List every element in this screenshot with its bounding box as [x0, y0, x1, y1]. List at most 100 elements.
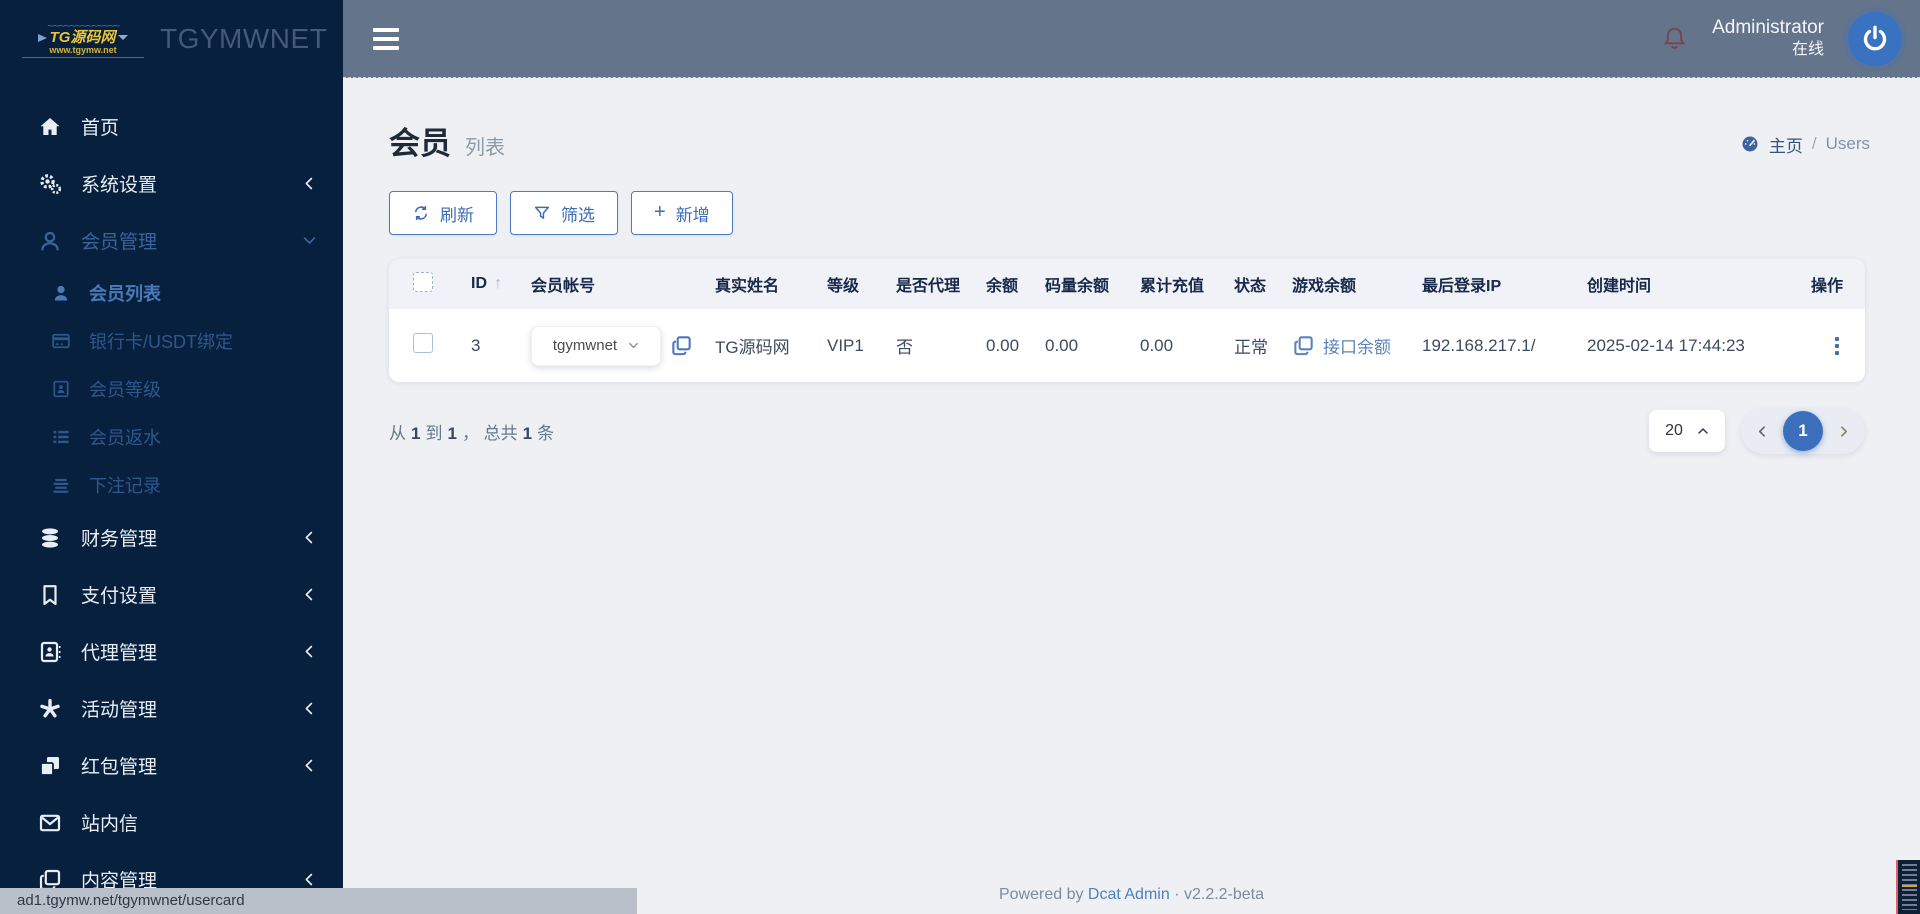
dcat-admin-link[interactable]: Dcat Admin	[1088, 886, 1170, 903]
user-avatar-power-button[interactable]	[1848, 11, 1902, 66]
sidebar-menu: 首页 系统设置 会员管理 会员列表 银行卡/USDT绑定 会员等级 会员返水 下…	[0, 78, 343, 908]
api-balance-link[interactable]: 接口余额	[1323, 333, 1391, 358]
sidebar-item-member-rebate[interactable]: 会员返水	[0, 413, 343, 461]
sidebar-item-label: 首页	[81, 118, 120, 139]
filter-button[interactable]: 筛选	[510, 191, 618, 235]
column-header-level: 等级	[827, 278, 860, 295]
next-page-button[interactable]	[1837, 425, 1850, 438]
table-header-row: ID ↑ 会员帐号 真实姓名 等级 是否代理 余额 码量余额 累计充值 状态 游…	[389, 259, 1865, 309]
paper-plane-icon	[37, 33, 47, 42]
row-cell-balance: 0.00	[986, 335, 1020, 355]
sidebar-item-bank-usdt-binding[interactable]: 银行卡/USDT绑定	[0, 317, 343, 365]
chevron-left-icon	[302, 176, 317, 191]
user-info: Administrator 在线	[1712, 16, 1824, 61]
select-all-checkbox[interactable]	[413, 271, 433, 292]
app-name: TGYMWNET	[160, 23, 328, 54]
chevron-left-icon	[302, 872, 317, 887]
row-cell-status: 正常	[1234, 338, 1268, 357]
column-header-code-balance: 码量余额	[1045, 278, 1110, 295]
chevron-left-icon	[302, 701, 317, 716]
notification-bell-icon[interactable]	[1661, 25, 1688, 52]
column-header-operations: 操作	[1811, 278, 1844, 295]
row-cell-game-balance: 接口余额	[1292, 333, 1422, 358]
row-cell-id: 3	[471, 335, 481, 355]
previous-page-button[interactable]	[1756, 425, 1769, 438]
chevron-up-icon	[1697, 425, 1709, 437]
current-page-button[interactable]: 1	[1783, 411, 1823, 451]
row-cell-total-recharge: 0.00	[1140, 335, 1174, 355]
cursor-icon	[118, 35, 129, 41]
table-row: 3 tgymwnet TG源码网 VIP1 否 0.00 0.00 0.00 正…	[389, 309, 1865, 382]
sidebar-item-activity-management[interactable]: 活动管理	[0, 680, 343, 737]
account-select[interactable]: tgymwnet	[531, 325, 661, 366]
row-checkbox[interactable]	[413, 333, 433, 353]
breadcrumb-home-link[interactable]: 主页	[1769, 132, 1803, 157]
row-cell-checkbox	[389, 333, 449, 358]
page-size-select[interactable]: 20	[1649, 410, 1725, 452]
filter-funnel-icon	[533, 204, 551, 222]
mini-debug-panel	[1896, 860, 1920, 914]
row-cell-is-agent: 否	[896, 338, 913, 357]
sidebar-item-finance-management[interactable]: 财务管理	[0, 509, 343, 566]
sort-ascending-icon[interactable]: ↑	[494, 275, 502, 293]
clone-boxes-icon	[37, 754, 63, 778]
user-status: 在线	[1791, 41, 1824, 59]
browser-status-url: ad1.tgymw.net/tgymwnet/usercard	[0, 888, 637, 914]
column-header-id[interactable]: ID ↑	[449, 275, 531, 293]
row-cell-account: tgymwnet	[531, 325, 715, 366]
column-header-real-name: 真实姓名	[715, 278, 780, 295]
sidebar-item-payment-settings[interactable]: 支付设置	[0, 566, 343, 623]
header-cell-checkbox	[389, 271, 449, 297]
refresh-button[interactable]: 刷新	[389, 191, 497, 235]
sidebar-item-system-settings[interactable]: 系统设置	[0, 155, 343, 212]
sidebar-item-label: 支付设置	[81, 586, 158, 607]
column-header-status: 状态	[1234, 278, 1267, 295]
main-content: 会员 列表 主页 / Users 刷新 筛选 + 新增 ID ↑ 会员帐号 真实…	[343, 78, 1920, 914]
table-footer: 从 1 到 1， 总共 1 条 20 1	[343, 382, 1920, 454]
sidebar-item-member-list[interactable]: 会员列表	[0, 269, 343, 317]
sidebar-item-label: 系统设置	[81, 175, 158, 196]
list-icon	[50, 427, 72, 447]
column-header-last-login-ip: 最后登录IP	[1422, 278, 1502, 295]
add-new-button[interactable]: + 新增	[631, 191, 733, 235]
sidebar-item-agent-management[interactable]: 代理管理	[0, 623, 343, 680]
sidebar-item-site-message[interactable]: 站内信	[0, 794, 343, 851]
footer-version: v2.2.2-beta	[1183, 886, 1265, 903]
sidebar-item-member-management[interactable]: 会员管理	[0, 212, 343, 269]
address-book-icon	[37, 640, 63, 664]
plus-icon: +	[654, 201, 666, 223]
refresh-icon	[412, 204, 430, 222]
sidebar-item-label: 会员管理	[81, 232, 158, 253]
column-header-game-balance: 游戏余额	[1292, 278, 1357, 295]
row-cell-level: VIP1	[827, 335, 864, 355]
asterisk-burst-icon	[37, 697, 63, 721]
database-icon	[37, 526, 63, 550]
sidebar-item-bet-records[interactable]: 下注记录	[0, 461, 343, 509]
brand-badge: ~~~~~~~~~~~~~ TG源码网 www.tgymw.net	[22, 20, 144, 59]
sidebar-item-home[interactable]: 首页	[0, 98, 343, 155]
pagination-summary: 从 1 到 1， 总共 1 条	[389, 423, 555, 443]
column-header-account: 会员帐号	[531, 278, 596, 295]
user-name: Administrator	[1712, 16, 1824, 38]
chevron-left-icon	[302, 530, 317, 545]
brand-logo[interactable]: ~~~~~~~~~~~~~ TG源码网 www.tgymw.net TGYMWN…	[0, 0, 343, 78]
menu-toggle-icon[interactable]	[373, 27, 399, 50]
members-table: ID ↑ 会员帐号 真实姓名 等级 是否代理 余额 码量余额 累计充值 状态 游…	[389, 259, 1865, 382]
dashboard-icon	[1740, 134, 1760, 154]
sidebar-item-member-level[interactable]: 会员等级	[0, 365, 343, 413]
page-subtitle: 列表	[465, 137, 505, 159]
breadcrumb-current: Users	[1825, 134, 1870, 153]
copy-game-balance-icon[interactable]	[1292, 334, 1315, 357]
badge-title: TG源码网	[49, 28, 116, 46]
copy-account-icon[interactable]	[670, 334, 693, 357]
user-icon	[37, 229, 63, 253]
sidebar-item-label: 银行卡/USDT绑定	[89, 332, 233, 352]
user-solid-icon	[50, 283, 72, 303]
row-actions-kebab-icon[interactable]	[1831, 333, 1843, 359]
sidebar-item-redpacket-management[interactable]: 红包管理	[0, 737, 343, 794]
sidebar-item-label: 会员列表	[89, 284, 161, 304]
toolbar: 刷新 筛选 + 新增	[343, 163, 1920, 235]
sidebar: ~~~~~~~~~~~~~ TG源码网 www.tgymw.net TGYMWN…	[0, 0, 343, 914]
credit-card-icon	[50, 331, 72, 351]
bookmark-icon	[37, 583, 63, 607]
